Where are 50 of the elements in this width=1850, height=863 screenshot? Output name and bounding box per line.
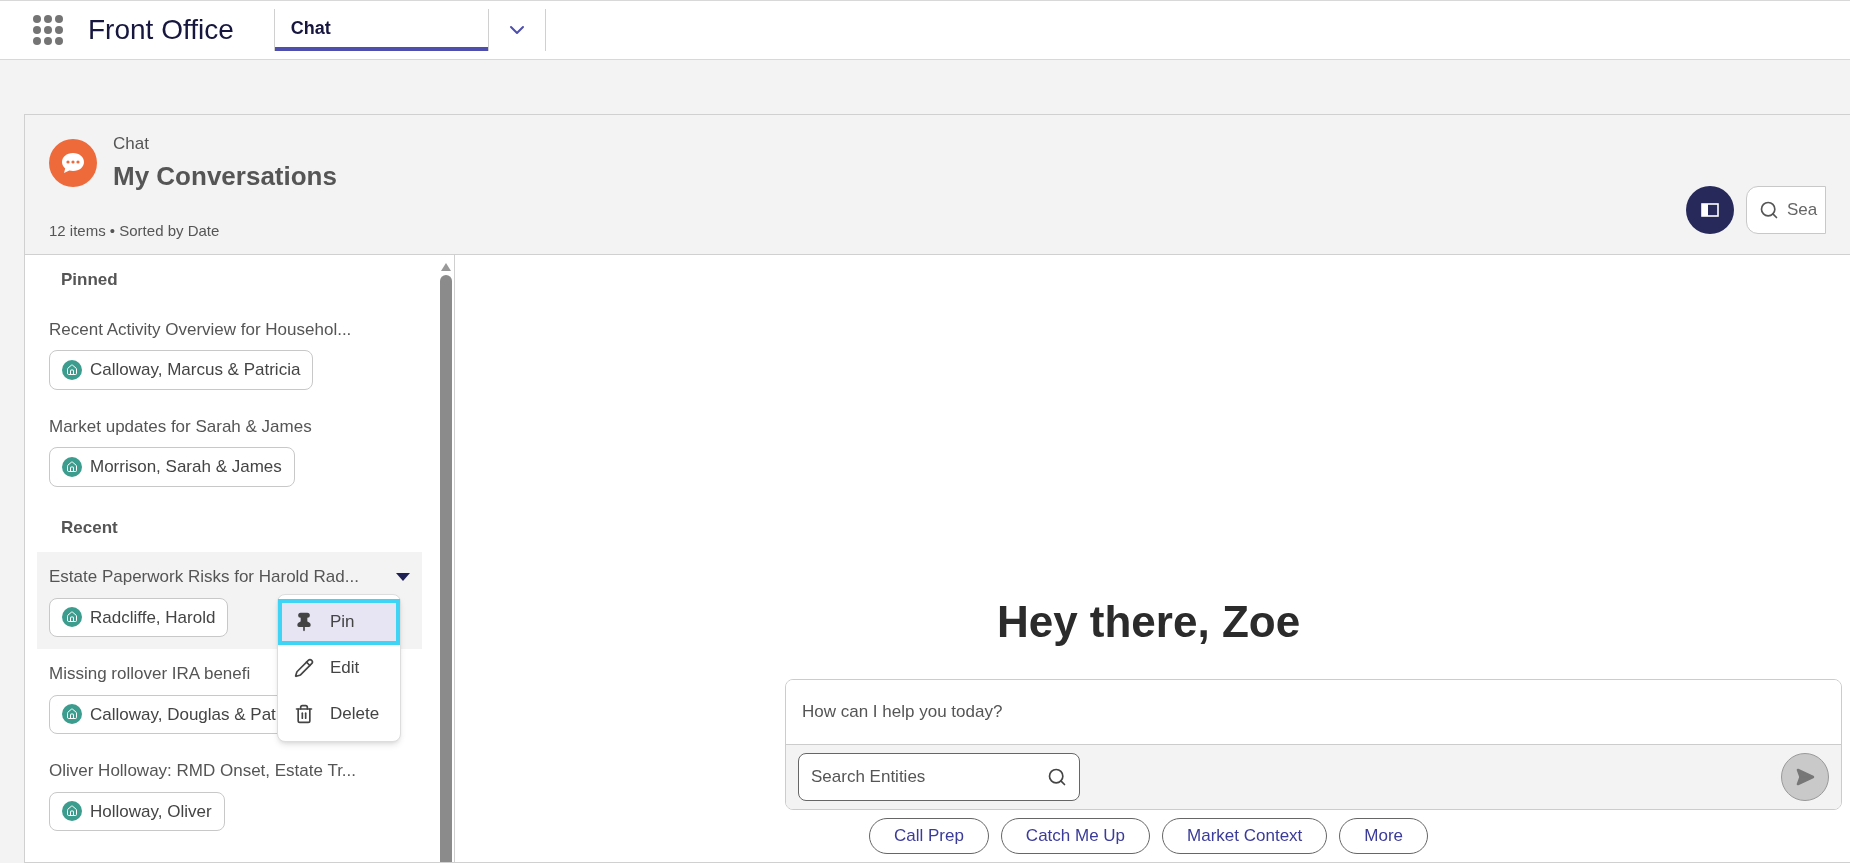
search-icon [1047, 767, 1067, 787]
entity-name: Calloway, Douglas & Pat [90, 703, 276, 726]
greeting: Hey there, Zoe [996, 596, 1301, 648]
pencil-icon [294, 658, 314, 678]
sidebar-toggle-button[interactable] [1686, 186, 1734, 234]
entity-name: Holloway, Oliver [90, 800, 212, 823]
entity-name: Morrison, Sarah & James [90, 456, 282, 478]
household-icon [62, 456, 82, 477]
object-label: Chat [113, 133, 150, 155]
search-input[interactable]: Sea [1787, 197, 1827, 223]
suggestion-chip[interactable]: Call Prep [868, 818, 989, 854]
dropdown-caret-icon[interactable] [396, 571, 410, 582]
section-heading: Pinned [60, 269, 119, 291]
scroll-up-arrow-icon[interactable] [441, 263, 451, 271]
list-meta: 12 items • Sorted by Date [49, 220, 221, 241]
prompt-input[interactable]: How can I help you today? [802, 699, 1825, 725]
suggestion-chip[interactable]: Catch Me Up [1000, 818, 1151, 854]
entity-chip[interactable]: Calloway, Marcus & Patricia [49, 350, 314, 390]
entity-name: Calloway, Marcus & Patricia [90, 359, 301, 381]
trash-icon [294, 704, 314, 724]
send-button[interactable] [1781, 753, 1829, 801]
tab[interactable]: Chat [274, 9, 488, 51]
conversation-title: Oliver Holloway: RMD Onset, Estate Tr... [49, 760, 357, 782]
entity-chip[interactable]: Radcliffe, Harold [49, 597, 229, 637]
entity-name: Radcliffe, Harold [90, 606, 216, 629]
entity-search-input[interactable]: Search Entities [811, 764, 1047, 790]
app-name: Front Office [88, 13, 234, 47]
conversation-title: Market updates for Sarah & James [49, 415, 312, 438]
menu-item[interactable]: Pin [278, 599, 400, 645]
pin-icon [294, 612, 314, 632]
entity-chip[interactable]: Holloway, Oliver [49, 791, 225, 831]
panel-icon [1701, 203, 1719, 217]
suggestion-chip[interactable]: More [1339, 818, 1429, 854]
household-icon [62, 359, 82, 380]
entity-chip[interactable]: Morrison, Sarah & James [49, 447, 295, 487]
section-heading: Recent [60, 516, 119, 539]
send-icon [1795, 767, 1815, 787]
conversation-title: Missing rollover IRA benefi [49, 663, 251, 685]
entity-search-field[interactable]: Search Entities [798, 753, 1080, 801]
app-launcher-icon[interactable] [32, 14, 64, 46]
suggestion-chip[interactable]: Market Context [1162, 818, 1328, 854]
page-title: My Conversations [113, 159, 337, 193]
chat-bubble-icon [49, 139, 97, 188]
household-icon [62, 801, 82, 822]
household-icon [62, 704, 82, 725]
search-field[interactable]: Sea [1746, 186, 1826, 234]
search-icon [1759, 200, 1779, 220]
conversation-title: Recent Activity Overview for Househol... [49, 318, 352, 341]
household-icon [62, 607, 82, 628]
conversation-title: Estate Paperwork Risks for Harold Rad... [49, 566, 359, 588]
